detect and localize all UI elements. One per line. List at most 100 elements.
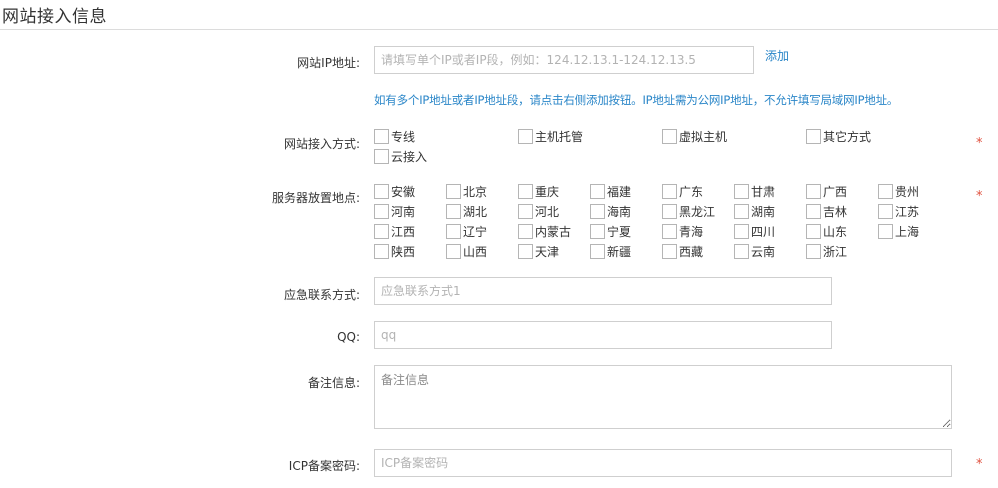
location-option-checkbox[interactable]: 广东 — [662, 183, 703, 200]
checkbox-box[interactable] — [446, 204, 461, 219]
location-option-checkbox[interactable]: 河南 — [374, 203, 415, 220]
access-option-checkbox[interactable]: 虚拟主机 — [662, 128, 727, 145]
checkbox-box[interactable] — [374, 184, 389, 199]
checkbox-box[interactable] — [806, 204, 821, 219]
checkbox-box[interactable] — [518, 224, 533, 239]
location-option-checkbox[interactable]: 山东 — [806, 223, 847, 240]
checkbox-box[interactable] — [806, 224, 821, 239]
checkbox-box[interactable] — [590, 204, 605, 219]
checkbox-box[interactable] — [662, 224, 677, 239]
location-option-checkbox[interactable]: 辽宁 — [446, 223, 487, 240]
checkbox-box[interactable] — [518, 204, 533, 219]
checkbox-box[interactable] — [518, 129, 533, 144]
checkbox-box[interactable] — [446, 224, 461, 239]
checkbox-box[interactable] — [446, 184, 461, 199]
checkbox-box[interactable] — [806, 129, 821, 144]
emergency-contact-input[interactable] — [374, 277, 832, 305]
location-option-checkbox[interactable]: 内蒙古 — [518, 223, 571, 240]
checkbox-label: 青海 — [679, 225, 704, 239]
icp-required-mark: * — [976, 457, 983, 472]
location-option-checkbox[interactable]: 海南 — [590, 203, 631, 220]
checkbox-label: 海南 — [607, 205, 632, 219]
checkbox-box[interactable] — [734, 204, 749, 219]
location-option-checkbox[interactable]: 北京 — [446, 183, 487, 200]
checkbox-box[interactable] — [518, 244, 533, 259]
checkbox-label: 天津 — [535, 245, 560, 259]
checkbox-box[interactable] — [806, 244, 821, 259]
checkbox-box[interactable] — [878, 224, 893, 239]
checkbox-box[interactable] — [374, 204, 389, 219]
checkbox-label: 河北 — [535, 205, 560, 219]
add-ip-button[interactable]: 添加 — [765, 47, 789, 64]
location-option-checkbox[interactable]: 贵州 — [878, 183, 919, 200]
location-option-checkbox[interactable]: 新疆 — [590, 243, 631, 260]
emergency-contact-label: 应急联系方式: — [283, 288, 360, 302]
checkbox-label: 北京 — [463, 185, 488, 199]
checkbox-box[interactable] — [374, 129, 389, 144]
checkbox-box[interactable] — [374, 149, 389, 164]
location-option-checkbox[interactable]: 福建 — [590, 183, 631, 200]
checkbox-box[interactable] — [734, 224, 749, 239]
checkbox-label: 内蒙古 — [535, 225, 572, 239]
checkbox-box[interactable] — [806, 184, 821, 199]
location-option-checkbox[interactable]: 山西 — [446, 243, 487, 260]
checkbox-label: 福建 — [607, 185, 632, 199]
checkbox-label: 新疆 — [607, 245, 632, 259]
checkbox-box[interactable] — [374, 244, 389, 259]
location-option-checkbox[interactable]: 安徽 — [374, 183, 415, 200]
checkbox-box[interactable] — [446, 244, 461, 259]
checkbox-box[interactable] — [662, 129, 677, 144]
location-option-checkbox[interactable]: 河北 — [518, 203, 559, 220]
access-option-checkbox[interactable]: 其它方式 — [806, 128, 871, 145]
ip-address-label: 网站IP地址: — [297, 56, 360, 70]
location-option-checkbox[interactable]: 浙江 — [806, 243, 847, 260]
location-option-checkbox[interactable]: 四川 — [734, 223, 775, 240]
checkbox-box[interactable] — [590, 244, 605, 259]
checkbox-label: 陕西 — [391, 245, 416, 259]
location-option-checkbox[interactable]: 黑龙江 — [662, 203, 715, 220]
checkbox-box[interactable] — [662, 204, 677, 219]
location-option-checkbox[interactable]: 甘肃 — [734, 183, 775, 200]
location-option-checkbox[interactable]: 重庆 — [518, 183, 559, 200]
location-option-checkbox[interactable]: 青海 — [662, 223, 703, 240]
location-option-checkbox[interactable]: 湖南 — [734, 203, 775, 220]
checkbox-label: 四川 — [751, 225, 776, 239]
access-option-checkbox[interactable]: 云接入 — [374, 148, 427, 165]
location-option-checkbox[interactable]: 江西 — [374, 223, 415, 240]
checkbox-box[interactable] — [734, 184, 749, 199]
checkbox-box[interactable] — [590, 184, 605, 199]
ip-address-input[interactable] — [374, 46, 754, 74]
checkbox-box[interactable] — [662, 244, 677, 259]
access-option-checkbox[interactable]: 主机托管 — [518, 128, 583, 145]
checkbox-box[interactable] — [878, 184, 893, 199]
checkbox-box[interactable] — [374, 224, 389, 239]
location-option-checkbox[interactable]: 西藏 — [662, 243, 703, 260]
location-option-checkbox[interactable]: 宁夏 — [590, 223, 631, 240]
checkbox-label: 广东 — [679, 185, 704, 199]
checkbox-box[interactable] — [662, 184, 677, 199]
remark-textarea[interactable] — [374, 365, 952, 429]
access-required-mark: * — [976, 136, 983, 151]
checkbox-label: 其它方式 — [823, 130, 872, 144]
checkbox-box[interactable] — [734, 244, 749, 259]
location-option-checkbox[interactable]: 陕西 — [374, 243, 415, 260]
checkbox-box[interactable] — [878, 204, 893, 219]
server-location-label: 服务器放置地点: — [271, 191, 360, 205]
location-option-checkbox[interactable]: 天津 — [518, 243, 559, 260]
location-option-checkbox[interactable]: 广西 — [806, 183, 847, 200]
checkbox-label: 西藏 — [679, 245, 704, 259]
checkbox-label: 云接入 — [391, 150, 428, 164]
checkbox-label: 湖北 — [463, 205, 488, 219]
checkbox-box[interactable] — [518, 184, 533, 199]
location-option-checkbox[interactable]: 吉林 — [806, 203, 847, 220]
qq-input[interactable] — [374, 321, 832, 349]
access-option-checkbox[interactable]: 专线 — [374, 128, 415, 145]
location-option-checkbox[interactable]: 江苏 — [878, 203, 919, 220]
location-option-checkbox[interactable]: 云南 — [734, 243, 775, 260]
checkbox-label: 上海 — [895, 225, 920, 239]
location-option-checkbox[interactable]: 上海 — [878, 223, 919, 240]
location-option-checkbox[interactable]: 湖北 — [446, 203, 487, 220]
checkbox-label: 湖南 — [751, 205, 776, 219]
icp-password-input[interactable] — [374, 449, 952, 477]
checkbox-box[interactable] — [590, 224, 605, 239]
